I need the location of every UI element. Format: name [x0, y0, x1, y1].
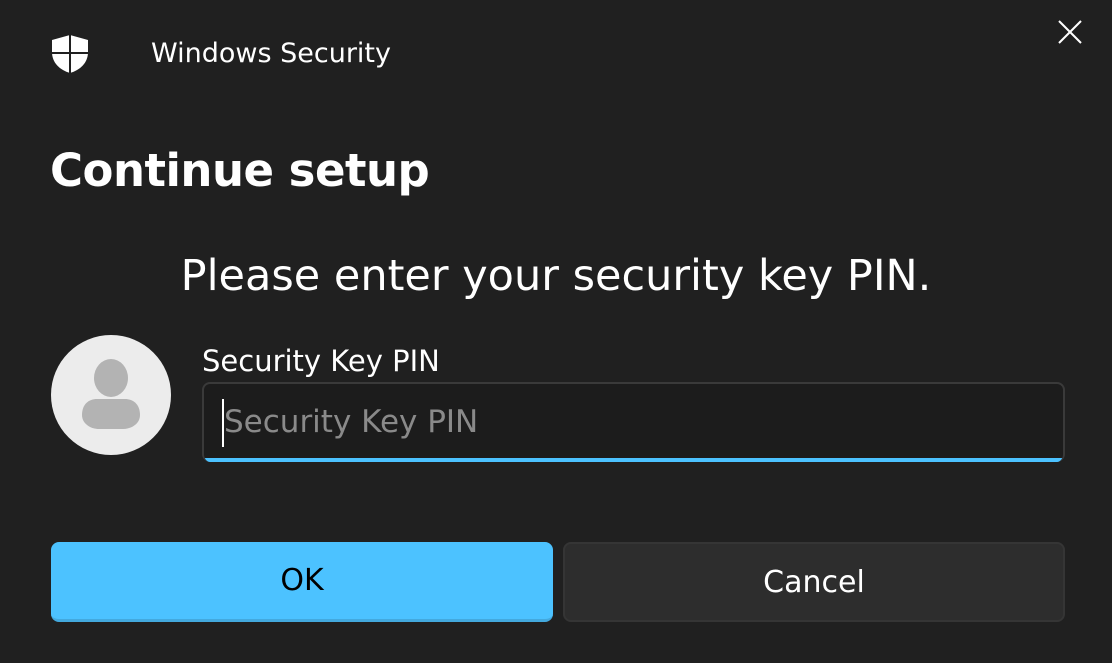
windows-security-dialog: Windows Security Continue setup Please e…	[0, 0, 1112, 663]
cancel-button[interactable]: Cancel	[563, 542, 1065, 622]
dialog-prompt: Please enter your security key PIN.	[180, 251, 932, 301]
ok-button[interactable]: OK	[51, 542, 553, 622]
pin-input[interactable]	[204, 384, 1063, 460]
dialog-heading: Continue setup	[50, 144, 430, 197]
pin-input-container	[202, 382, 1065, 462]
user-avatar-icon	[51, 359, 171, 455]
avatar	[51, 335, 171, 455]
pin-field-label: Security Key PIN	[202, 344, 440, 378]
close-icon	[1057, 19, 1083, 49]
close-button[interactable]	[1048, 12, 1092, 56]
window-title: Windows Security	[151, 38, 391, 69]
text-cursor	[222, 399, 224, 447]
shield-icon	[51, 34, 89, 74]
